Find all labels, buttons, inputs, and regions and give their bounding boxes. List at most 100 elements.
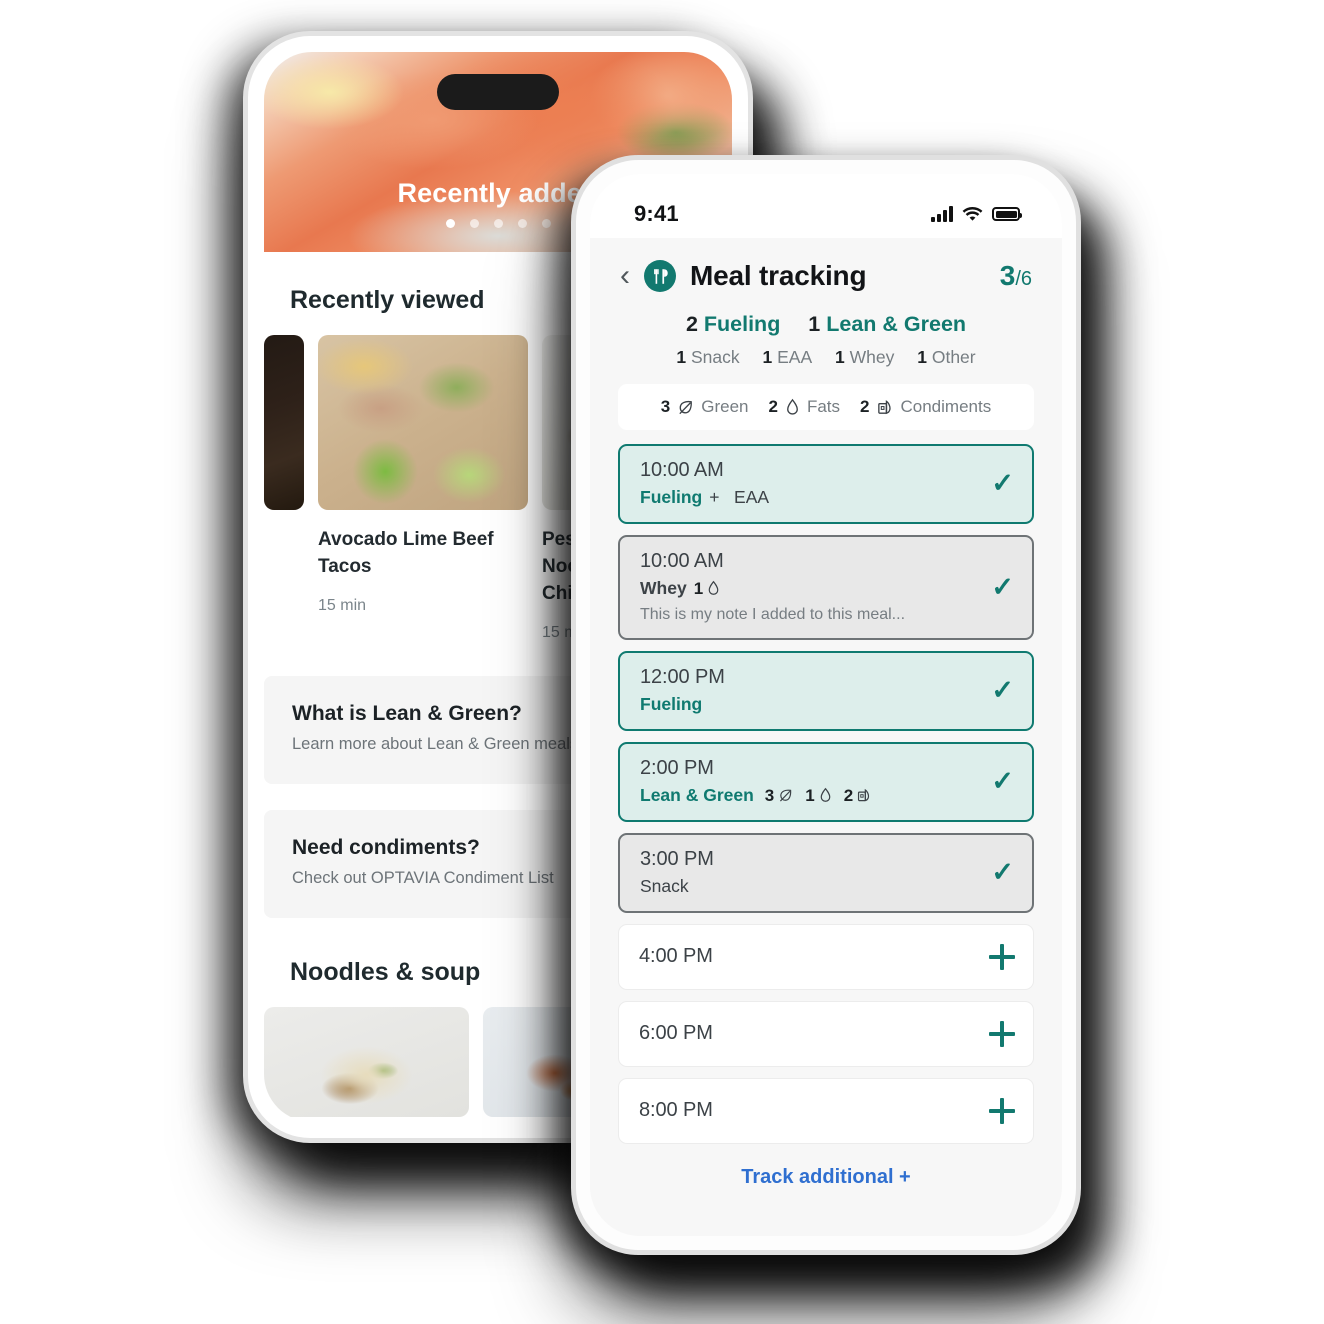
- carousel-dot-4[interactable]: [517, 219, 527, 228]
- check-icon[interactable]: ✓: [991, 573, 1014, 601]
- plus-icon[interactable]: [989, 943, 1015, 970]
- macro-chips-bar: 3 Green 2 Fats 2 Condiments: [618, 384, 1034, 430]
- chip-condiments: 2 Condiments: [860, 397, 991, 417]
- summary-label: Lean & Green: [826, 312, 967, 336]
- optavia-fork-knife-logo: [644, 260, 676, 292]
- meal-row-empty[interactable]: 8:00 PM: [618, 1078, 1034, 1144]
- progress-total: /6: [1015, 268, 1032, 290]
- meal-time: 4:00 PM: [639, 945, 713, 967]
- screenshot-stage: Recently added Recently viewed Avocado L…: [0, 0, 1324, 1324]
- summary-secondary: 1 Snack 1 EAA 1 Whey 1 Other: [618, 347, 1034, 368]
- chip-green: 3 Green: [661, 397, 749, 417]
- meal-label: Lean & Green: [640, 785, 754, 805]
- carousel-dot-1[interactable]: [445, 219, 455, 228]
- chip-count: 2: [860, 397, 870, 416]
- progress-counter: 3/6: [1000, 260, 1032, 292]
- chip-label: Fats: [806, 397, 841, 416]
- chip-label: Green: [701, 397, 749, 416]
- meal-time: 10:00 AM: [640, 550, 724, 572]
- droplet-icon: [706, 580, 721, 597]
- meal-time: 2:00 PM: [640, 757, 714, 779]
- meal-row[interactable]: 10:00 AM Whey 1 This is my note I added …: [618, 535, 1034, 640]
- meal-label: Whey: [640, 578, 687, 598]
- cellular-bars-icon: [931, 206, 953, 222]
- dynamic-island: [437, 74, 559, 110]
- meal-time: 8:00 PM: [639, 1099, 713, 1121]
- counter-count: 1: [805, 785, 815, 805]
- check-icon[interactable]: ✓: [991, 859, 1014, 886]
- leaf-icon: [777, 787, 794, 804]
- summary-label: Whey: [849, 347, 895, 367]
- condiment-bottle-icon: [856, 787, 873, 804]
- chip-label: Condiments: [900, 397, 992, 416]
- check-icon[interactable]: ✓: [991, 677, 1014, 704]
- meal-note: This is my note I added to this meal...: [640, 606, 906, 623]
- meal-row-empty[interactable]: 4:00 PM: [618, 924, 1034, 990]
- meal-tracking-content: ‹ Meal tracking 3/6 2 Fueling 1 Lean & G…: [590, 238, 1062, 1215]
- condiment-bottle-icon: [876, 398, 895, 417]
- chip-count: 2: [768, 397, 778, 416]
- summary-count: 1: [808, 312, 821, 336]
- summary-label: EAA: [777, 347, 813, 367]
- recipe-thumbnail[interactable]: [264, 1006, 469, 1117]
- check-icon[interactable]: ✓: [991, 768, 1014, 795]
- plus-icon[interactable]: [989, 1020, 1015, 1047]
- recipe-name: Avocado Lime Beef Tacos: [318, 529, 494, 577]
- summary-count: 1: [762, 347, 773, 367]
- track-additional-link[interactable]: Track additional +: [618, 1166, 1034, 1215]
- meal-tracking-screen: 9:41 ‹ Meal tracking 3/6 2 Fueling 1 Lea…: [590, 174, 1062, 1236]
- summary-count: 2: [685, 312, 698, 336]
- counter-count: 1: [693, 578, 704, 598]
- foreground-phone: 9:41 ‹ Meal tracking 3/6 2 Fueling 1 Lea…: [576, 160, 1076, 1250]
- recipe-thumbnail: [264, 335, 304, 510]
- meal-row[interactable]: 3:00 PM Snack ✓: [618, 833, 1034, 913]
- meal-time: 10:00 AM: [640, 459, 724, 481]
- page-title: Meal tracking: [690, 260, 867, 291]
- summary-count: 1: [676, 347, 687, 367]
- screen-header: ‹ Meal tracking 3/6: [618, 238, 1034, 296]
- meal-extra: + EAA: [709, 487, 770, 507]
- battery-icon: [992, 207, 1022, 221]
- carousel-dot-3[interactable]: [493, 219, 503, 228]
- carousel-dot-2[interactable]: [469, 219, 479, 228]
- recipe-card-partial-left[interactable]: [264, 335, 304, 642]
- meal-time: 12:00 PM: [640, 666, 725, 688]
- chip-count: 3: [660, 397, 671, 416]
- status-bar-clock: 9:41: [634, 201, 679, 226]
- status-bar-icons: [931, 206, 1022, 222]
- recipe-thumbnail: [318, 335, 528, 510]
- summary-primary: 2 Fueling 1 Lean & Green: [618, 312, 1034, 337]
- counter-count: 2: [843, 785, 854, 805]
- counter-count: 3: [764, 785, 775, 805]
- meal-label: Snack: [640, 876, 689, 896]
- wifi-icon: [962, 206, 983, 222]
- summary-label: Snack: [690, 347, 740, 367]
- meal-label: Fueling: [640, 694, 703, 714]
- meal-counter: 1: [694, 579, 721, 599]
- meal-row[interactable]: 10:00 AM Fueling + EAA ✓: [618, 444, 1034, 524]
- summary-label: Fueling: [703, 312, 781, 336]
- summary-count: 1: [917, 347, 927, 367]
- chevron-left-icon[interactable]: ‹: [620, 261, 630, 291]
- droplet-icon: [784, 398, 801, 417]
- recipe-time: 15 min: [318, 596, 367, 614]
- meal-row[interactable]: 12:00 PM Fueling ✓: [618, 651, 1034, 731]
- meal-time: 6:00 PM: [639, 1022, 713, 1044]
- carousel-dot-5[interactable]: [541, 219, 551, 228]
- meal-counter: 2: [844, 786, 873, 806]
- summary-count: 1: [835, 347, 845, 367]
- check-icon[interactable]: ✓: [991, 470, 1014, 497]
- meal-counter: 3: [765, 786, 794, 806]
- status-bar: 9:41: [590, 174, 1062, 238]
- chip-fats: 2 Fats: [769, 397, 841, 417]
- meal-counter: 1: [805, 786, 832, 806]
- progress-current: 3: [999, 260, 1016, 291]
- plus-icon[interactable]: [989, 1097, 1015, 1124]
- recipe-card[interactable]: Avocado Lime Beef Tacos 15 min: [318, 335, 528, 642]
- meal-row[interactable]: 2:00 PM Lean & Green 3 1 2 ✓: [618, 742, 1034, 822]
- meal-row-empty[interactable]: 6:00 PM: [618, 1001, 1034, 1067]
- meal-time: 3:00 PM: [640, 848, 714, 870]
- meal-list: 10:00 AM Fueling + EAA ✓ 10:00 AM Whey 1…: [618, 444, 1034, 1144]
- leaf-icon: [676, 398, 695, 417]
- droplet-icon: [818, 787, 833, 804]
